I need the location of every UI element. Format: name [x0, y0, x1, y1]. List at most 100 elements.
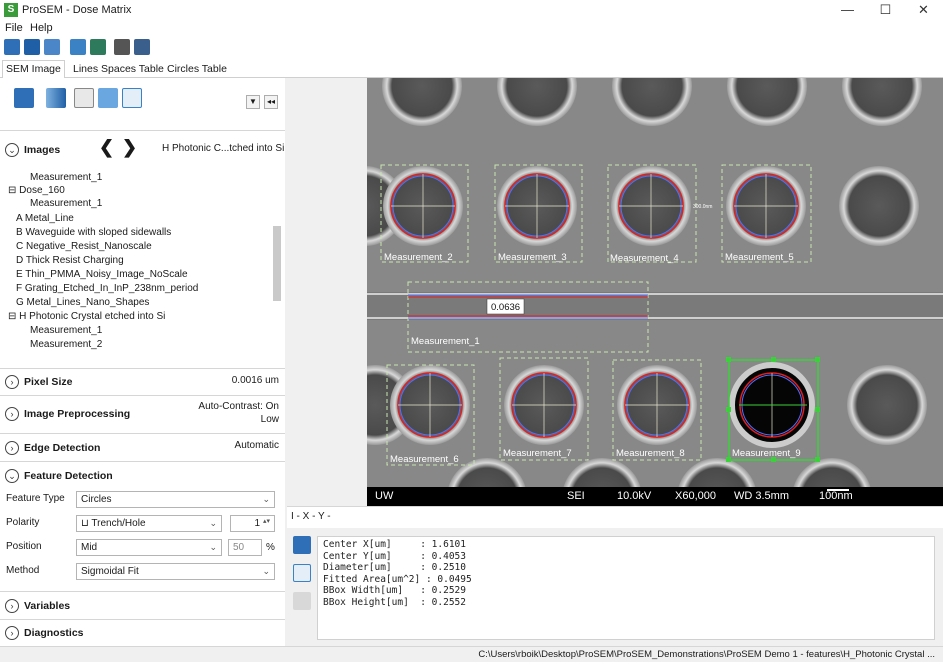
sem-image-canvas[interactable]: 0.0636 300.0nm Measurement_2 Measurement… [367, 78, 943, 506]
sem-hole [847, 365, 927, 445]
measurement-label[interactable]: Measurement_7 [503, 448, 572, 459]
tab-sem-image[interactable]: SEM Image [2, 60, 65, 79]
dropdown-arrow-button[interactable]: ▼ [246, 95, 260, 109]
pixel-size-expand-icon[interactable]: › [5, 375, 19, 389]
current-image-name: H Photonic C...tched into Si [162, 143, 285, 154]
polarity-number: 1 [254, 518, 260, 529]
feature-type-select[interactable]: Circles ⌄ [76, 491, 275, 508]
percent-sign: % [266, 542, 275, 553]
polarity-select[interactable]: ⊔ Trench/Hole ⌄ [76, 515, 222, 532]
polarity-stepper[interactable]: 1 ▴▾ [230, 515, 275, 532]
chart-icon[interactable] [293, 536, 311, 554]
tree-item[interactable]: G Metal_Lines_Nano_Shapes [16, 297, 149, 308]
images-section: ⌄ Images ❮ ❯ H Photonic C...tched into S… [0, 130, 285, 168]
measure-icon[interactable] [293, 564, 311, 582]
coordinate-bar: I - X - Y - [287, 506, 943, 528]
close-button[interactable]: ✕ [906, 0, 941, 20]
sem-magnification: X60,000 [675, 490, 716, 502]
view-tabs: SEM Image Lines Spaces Table Circles Tab… [0, 58, 943, 79]
images-section-title[interactable]: Images [24, 144, 60, 156]
tree-scrollbar[interactable] [273, 170, 281, 366]
tree-item[interactable]: F Grating_Etched_In_InP_238nm_period [16, 283, 198, 294]
profile-tool-icon[interactable] [74, 88, 94, 108]
tree-item[interactable]: Measurement_2 [30, 339, 102, 350]
maximize-button[interactable]: ☐ [868, 0, 903, 20]
chevron-down-icon: ⌄ [209, 518, 217, 528]
tree-item[interactable]: D Thick Resist Charging [16, 255, 124, 266]
tree-item[interactable]: E Thin_PMMA_Noisy_Image_NoScale [16, 269, 188, 280]
method-select[interactable]: Sigmoidal Fit ⌄ [76, 563, 275, 580]
tab-lines-spaces-table[interactable]: Lines Spaces Table [70, 61, 167, 78]
edge-detection-section: › Edge Detection Automatic [0, 433, 285, 461]
measurement-label[interactable]: Measurement_6 [390, 454, 459, 465]
zoom-region-icon[interactable] [98, 88, 118, 108]
measurement-label[interactable]: Measurement_1 [411, 336, 480, 347]
contrast-tool-icon[interactable] [46, 88, 66, 108]
add-image-icon[interactable] [70, 39, 86, 55]
result-line: Diameter[um] : 0.2510 [323, 562, 466, 573]
method-label: Method [6, 565, 40, 576]
pixel-size-title[interactable]: Pixel Size [24, 376, 72, 388]
sem-scale-label: 100nm [819, 490, 853, 502]
tree-item[interactable]: Measurement_1 [30, 198, 102, 209]
tree-item[interactable]: ⊟ H Photonic Crystal etched into Si [8, 311, 165, 322]
result-line: BBox Width[um] : 0.2529 [323, 585, 466, 596]
save-icon[interactable] [24, 39, 40, 55]
result-line: Center X[um] : 1.6101 [323, 539, 466, 550]
polarity-value: Trench/Hole [91, 518, 146, 529]
tools-icon[interactable] [114, 39, 130, 55]
tree-item[interactable]: Measurement_1 [30, 172, 102, 183]
line-value-text: 0.0636 [491, 302, 520, 313]
collapse-icon: ⊟ [8, 185, 20, 196]
previous-image-button[interactable]: ❮ [99, 137, 114, 158]
position-percent-input[interactable]: 50 [228, 539, 262, 556]
next-image-button[interactable]: ❯ [122, 137, 137, 158]
position-select[interactable]: Mid ⌄ [76, 539, 222, 556]
image-toolbar: ▼ ◂◂ [0, 78, 285, 130]
tree-item-label: H Photonic Crystal etched into Si [19, 311, 166, 322]
measurement-label[interactable]: Measurement_3 [498, 252, 567, 263]
diagnostics-title[interactable]: Diagnostics [24, 627, 84, 639]
tree-item-label: Dose_160 [19, 185, 65, 196]
export-icon[interactable] [134, 39, 150, 55]
tree-item[interactable]: ⊟ Dose_160 [8, 185, 65, 196]
measurement-label[interactable]: Measurement_8 [616, 448, 685, 459]
edge-detection-expand-icon[interactable]: › [5, 441, 19, 455]
tab-circles-table[interactable]: Circles Table [164, 61, 230, 78]
import-icon[interactable] [90, 39, 106, 55]
tree-item[interactable]: B Waveguide with sloped sidewalls [16, 227, 171, 238]
disabled-icon [293, 592, 311, 610]
fit-to-window-icon[interactable] [122, 88, 142, 108]
result-line: Fitted Area[um^2] : 0.0495 [323, 573, 472, 585]
tree-item[interactable]: A Metal_Line [16, 213, 74, 224]
stepper-arrows-icon[interactable]: ▴▾ [263, 517, 270, 525]
save-as-icon[interactable] [44, 39, 60, 55]
feature-detection-expand-icon[interactable]: ⌄ [5, 469, 19, 483]
variables-expand-icon[interactable]: › [5, 599, 19, 613]
tree-item[interactable]: C Negative_Resist_Nanoscale [16, 241, 152, 252]
measurement-label[interactable]: Measurement_9 [732, 448, 801, 459]
measurement-label[interactable]: Measurement_5 [725, 252, 794, 263]
results-output[interactable]: Center X[um] : 1.6101 Center Y[um] : 0.4… [317, 536, 935, 640]
edge-detection-title[interactable]: Edge Detection [24, 442, 100, 454]
select-tool-icon[interactable] [14, 88, 34, 108]
menu-help[interactable]: Help [30, 22, 53, 34]
collapse-panel-button[interactable]: ◂◂ [264, 95, 278, 109]
results-panel: Center X[um] : 1.6101 Center Y[um] : 0.4… [287, 530, 943, 645]
tree-item[interactable]: Measurement_1 [30, 325, 102, 336]
minimize-button[interactable]: — [830, 0, 865, 20]
measurement-label[interactable]: Measurement_2 [384, 252, 453, 263]
feature-detection-title[interactable]: Feature Detection [24, 470, 113, 482]
variables-title[interactable]: Variables [24, 600, 70, 612]
measurement-label[interactable]: Measurement_4 [610, 253, 679, 264]
app-logo-icon: S [4, 3, 18, 17]
tree-scroll-thumb[interactable] [273, 226, 281, 301]
preprocessing-title[interactable]: Image Preprocessing [24, 408, 130, 420]
feature-detection-section: ⌄ Feature Detection Feature Type Circles… [0, 461, 285, 591]
open-icon[interactable] [4, 39, 20, 55]
position-value: Mid [81, 542, 98, 553]
images-expand-icon[interactable]: ⌄ [5, 143, 19, 157]
preprocessing-expand-icon[interactable]: › [5, 407, 19, 421]
diagnostics-expand-icon[interactable]: › [5, 626, 19, 640]
menu-file[interactable]: File [5, 22, 23, 34]
